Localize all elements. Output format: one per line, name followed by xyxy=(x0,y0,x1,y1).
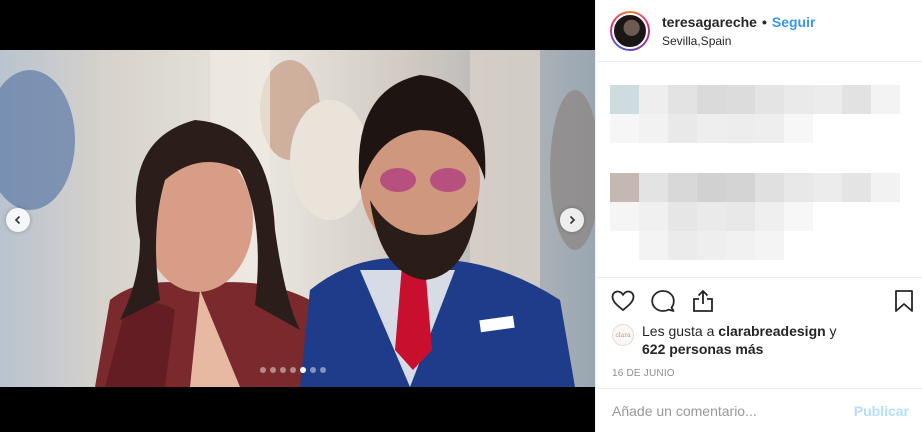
pixel-block xyxy=(726,85,755,114)
comment-form: Publicar xyxy=(596,388,922,432)
carousel-dot xyxy=(260,367,266,373)
liker-username[interactable]: clarabreadesign xyxy=(718,323,825,339)
pixel-block xyxy=(668,85,697,114)
likes-prefix: Les gusta a xyxy=(642,323,719,339)
avatar[interactable] xyxy=(610,10,650,51)
pixel-block xyxy=(813,114,842,143)
pixel-block xyxy=(639,173,668,202)
pixel-block xyxy=(668,114,697,143)
pixel-block xyxy=(784,202,813,231)
action-bar: clara Les gusta a clarabreadesign y 622 … xyxy=(596,277,922,379)
carousel-indicator xyxy=(260,367,326,373)
pixel-block xyxy=(697,202,726,231)
pixel-block xyxy=(813,85,842,114)
pixel-block xyxy=(871,202,900,231)
pixel-block xyxy=(755,202,784,231)
pixel-block xyxy=(697,114,726,143)
username-link[interactable]: teresagareche xyxy=(662,14,757,30)
pixel-block xyxy=(697,231,726,260)
pixel-block xyxy=(668,173,697,202)
pixel-block xyxy=(610,231,639,260)
pixel-block xyxy=(639,114,668,143)
pixel-block xyxy=(668,202,697,231)
carousel-dot xyxy=(270,367,276,373)
post-date[interactable]: 16 DE JUNIO xyxy=(612,368,675,379)
pixel-block xyxy=(610,202,639,231)
pixel-block xyxy=(871,85,900,114)
pixel-block xyxy=(726,114,755,143)
pixel-block xyxy=(755,114,784,143)
pixel-block xyxy=(813,173,842,202)
pixelated-comment xyxy=(610,85,900,143)
pixel-block xyxy=(842,85,871,114)
pixel-block xyxy=(755,85,784,114)
pixel-block xyxy=(813,231,842,260)
chevron-left-icon xyxy=(14,215,21,225)
like-button[interactable] xyxy=(610,288,636,319)
pixel-block xyxy=(610,173,639,202)
post-sidebar: teresagareche • Seguir Sevilla,Spain cla… xyxy=(595,0,922,432)
save-button[interactable] xyxy=(892,288,916,319)
bookmark-icon xyxy=(895,290,913,312)
pixel-block xyxy=(813,202,842,231)
follow-button[interactable]: Seguir xyxy=(772,14,816,30)
comments-area-pixelated xyxy=(596,63,922,277)
pixel-block xyxy=(755,231,784,260)
pixel-block xyxy=(610,114,639,143)
pixel-block xyxy=(842,114,871,143)
pixel-block xyxy=(726,231,755,260)
pixel-block xyxy=(639,85,668,114)
location-link[interactable]: Sevilla,Spain xyxy=(662,34,815,48)
carousel-dot xyxy=(280,367,286,373)
pixel-block xyxy=(668,231,697,260)
post-photo[interactable] xyxy=(0,50,595,387)
likes-summary: clara Les gusta a clarabreadesign y 622 … xyxy=(612,322,837,358)
pixelated-comment xyxy=(610,173,900,260)
carousel-dot xyxy=(300,367,306,373)
comment-input[interactable] xyxy=(612,402,854,419)
pixel-block xyxy=(755,173,784,202)
pixel-block xyxy=(784,173,813,202)
carousel-next-button[interactable] xyxy=(560,208,584,232)
heart-icon xyxy=(611,290,635,312)
pixel-block xyxy=(726,173,755,202)
publish-button[interactable]: Publicar xyxy=(854,403,909,419)
likes-count-link[interactable]: 622 personas más xyxy=(642,341,763,357)
photo-illustration xyxy=(0,50,595,387)
pixel-block xyxy=(697,173,726,202)
pixel-block xyxy=(842,231,871,260)
pixel-block xyxy=(697,85,726,114)
carousel-dot xyxy=(290,367,296,373)
carousel-dot xyxy=(320,367,326,373)
separator-dot: • xyxy=(761,13,767,30)
chevron-right-icon xyxy=(569,215,576,225)
pixel-block xyxy=(726,202,755,231)
pixel-block xyxy=(871,173,900,202)
share-button[interactable] xyxy=(690,288,716,319)
pixel-block xyxy=(871,114,900,143)
likes-conjunction: y xyxy=(825,323,837,339)
pixel-block xyxy=(842,202,871,231)
carousel-dot xyxy=(310,367,316,373)
pixel-block xyxy=(842,173,871,202)
pixel-block xyxy=(784,231,813,260)
pixel-block xyxy=(784,85,813,114)
pixel-block xyxy=(639,231,668,260)
pixel-block xyxy=(871,231,900,260)
liker-avatar[interactable]: clara xyxy=(612,324,634,346)
pixel-block xyxy=(784,114,813,143)
post-media xyxy=(0,0,595,432)
pixel-block xyxy=(639,202,668,231)
comment-icon xyxy=(651,290,675,312)
pixel-block xyxy=(610,85,639,114)
post-header: teresagareche • Seguir Sevilla,Spain xyxy=(596,0,922,62)
carousel-prev-button[interactable] xyxy=(6,208,30,232)
comment-button[interactable] xyxy=(650,288,676,319)
share-icon xyxy=(693,290,713,312)
